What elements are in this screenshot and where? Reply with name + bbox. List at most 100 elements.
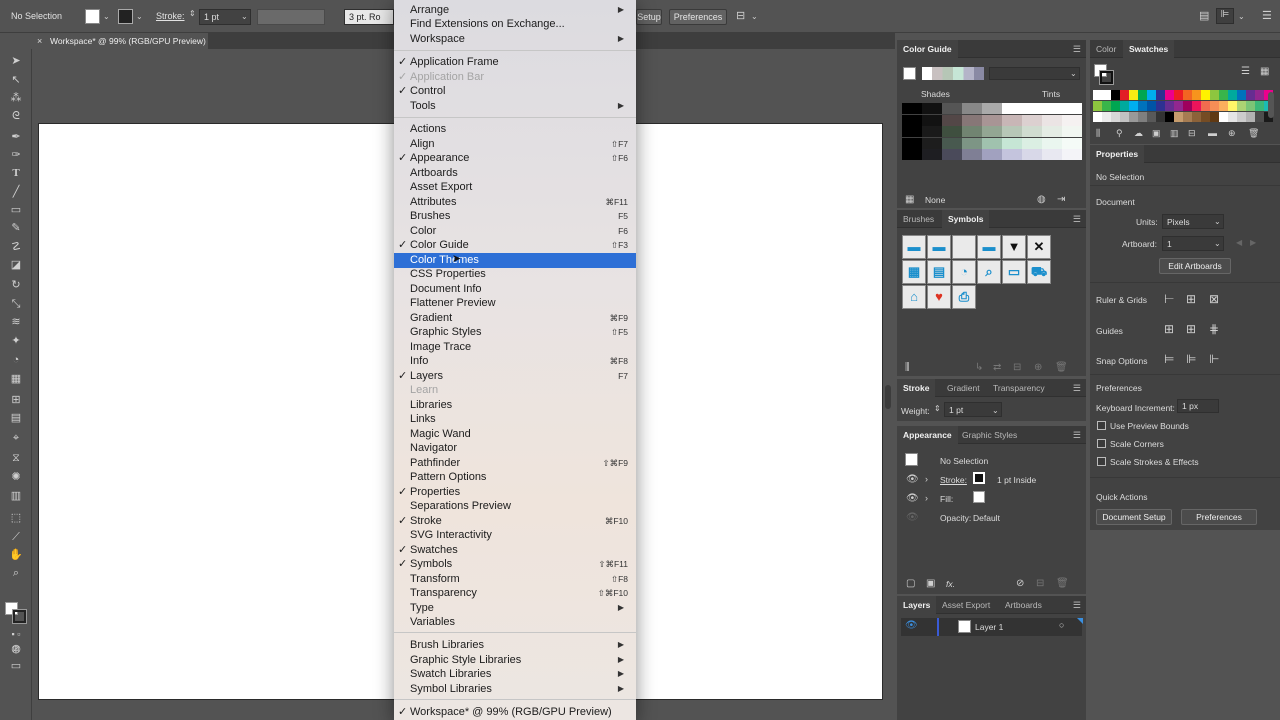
appearance-stroke-swatch[interactable] [973, 472, 985, 484]
stroke-label[interactable]: Stroke: [156, 11, 185, 21]
break-link-icon[interactable]: ⇄ [993, 362, 1001, 373]
color-guide-cell[interactable] [942, 103, 962, 114]
stroke-expand-icon[interactable]: › [925, 474, 928, 484]
panel-menu-icon[interactable]: ☰ [1073, 44, 1081, 55]
document-tab[interactable]: × Workspace* @ 99% (RGB/GPU Preview) [33, 33, 208, 49]
layer-row[interactable]: 👁 Layer 1 ○ [901, 618, 1083, 636]
list-view-icon[interactable]: ☰ [1241, 66, 1250, 77]
tab-brushes[interactable]: Brushes [897, 210, 940, 228]
preferences-button[interactable]: Preferences [669, 9, 727, 25]
swatch[interactable] [1093, 112, 1102, 122]
swatch[interactable] [1174, 90, 1183, 100]
hand-tool-icon[interactable]: ✋ [8, 548, 24, 562]
swatch[interactable] [1201, 112, 1210, 122]
color-guide-cell[interactable] [1022, 126, 1042, 137]
swatch[interactable] [1219, 112, 1228, 122]
fill-visibility-eye-icon[interactable]: 👁 [906, 493, 919, 504]
eraser-tool-icon[interactable]: ◪ [8, 258, 24, 272]
color-guide-cell[interactable] [902, 149, 922, 160]
swatch-options-icon[interactable]: ⊟ [1188, 128, 1196, 139]
swatch[interactable] [1138, 101, 1147, 111]
swatch[interactable] [1192, 101, 1201, 111]
tab-asset-export[interactable]: Asset Export [936, 596, 996, 614]
opacity-visibility-eye-icon[interactable]: 👁 [906, 512, 919, 523]
menu-item-find-extensions-on-exchange[interactable]: Find Extensions on Exchange... [394, 17, 636, 32]
symbol-print-icon[interactable]: ⎙ [952, 285, 976, 309]
menu-item-image-trace[interactable]: Image Trace [394, 340, 636, 355]
color-guide-cell[interactable] [902, 103, 922, 114]
scale-strokes-checkbox[interactable] [1097, 457, 1106, 466]
swatch[interactable] [1210, 101, 1219, 111]
menu-item-links[interactable]: Links [394, 412, 636, 427]
layer-visibility-eye-icon[interactable]: 👁 [905, 620, 918, 631]
symbol-bar-1[interactable]: ▬ [902, 235, 926, 259]
tab-swatches[interactable]: Swatches [1123, 40, 1175, 58]
swatch-kinds-icon[interactable]: ⚲ [1116, 128, 1123, 139]
color-guide-cell[interactable] [962, 149, 982, 160]
menu-item-control[interactable]: ✓ Control [394, 84, 636, 99]
swatch[interactable] [1093, 101, 1102, 111]
color-guide-cell[interactable] [942, 149, 962, 160]
swatch[interactable] [1174, 112, 1183, 122]
previous-artboard-icon[interactable]: ◀ [1236, 238, 1242, 247]
menu-item-workspace-99-rgb-gpu-preview[interactable]: ✓ Workspace* @ 99% (RGB/GPU Preview) [394, 705, 636, 720]
menu-item-magic-wand[interactable]: Magic Wand [394, 427, 636, 442]
swatch[interactable] [1255, 101, 1264, 111]
menu-item-type[interactable]: Type ▶ [394, 601, 636, 616]
menu-item-appearance[interactable]: ✓ Appearance ⇧F6 [394, 151, 636, 166]
swatch[interactable] [1210, 112, 1219, 122]
menu-item-properties[interactable]: ✓ Properties [394, 485, 636, 500]
eyedropper-tool-icon[interactable]: ⌖ [8, 431, 24, 445]
menu-item-actions[interactable]: Actions [394, 122, 636, 137]
color-group-icon[interactable]: ◍ [1037, 194, 1046, 205]
swatch[interactable] [1111, 90, 1120, 100]
swatch[interactable] [1129, 112, 1138, 122]
color-guide-cell[interactable] [942, 137, 962, 149]
swatches-scrollbar[interactable] [1268, 92, 1274, 118]
menu-item-brush-libraries[interactable]: Brush Libraries ▶ [394, 638, 636, 653]
symbol-libraries-icon[interactable]: ⫼ [905, 362, 910, 373]
symbol-bar-4[interactable]: ▬ [977, 235, 1001, 259]
menu-item-pathfinder[interactable]: Pathfinder ⇧⌘F9 [394, 456, 636, 471]
new-symbol-icon[interactable]: ⊕ [1034, 362, 1042, 373]
color-guide-cell[interactable] [922, 137, 942, 149]
symbol-sprayer-tool-icon[interactable]: ✺ [8, 470, 24, 484]
draw-mode-icon[interactable]: ◍ [8, 642, 24, 656]
color-guide-cell[interactable] [1022, 114, 1042, 126]
tab-graphic-styles[interactable]: Graphic Styles [956, 426, 1023, 444]
panel-menu-icon[interactable]: ☰ [1073, 214, 1081, 225]
menu-item-symbol-libraries[interactable]: Symbol Libraries ▶ [394, 682, 636, 697]
shaper-tool-icon[interactable]: ☡ [8, 240, 24, 254]
tab-gradient[interactable]: Gradient [941, 379, 986, 397]
color-mode-icon[interactable]: ▪ ▫ ⧄ [8, 627, 24, 653]
control-options-icon[interactable]: ▤ [1199, 9, 1209, 22]
color-guide-cell[interactable] [962, 137, 982, 149]
menu-item-transform[interactable]: Transform ⇧F8 [394, 572, 636, 587]
swatch[interactable] [1183, 90, 1192, 100]
transparency-grid-icon[interactable]: ⊠ [1209, 292, 1219, 306]
scale-corners-checkbox[interactable] [1097, 439, 1106, 448]
stroke-stepper-icon[interactable]: ⇕ [189, 9, 196, 18]
mesh-tool-icon[interactable]: ⊞ [8, 393, 24, 407]
delete-swatch-icon[interactable]: 🗑 [1248, 128, 1259, 139]
menu-item-flattener-preview[interactable]: Flattener Preview [394, 296, 636, 311]
lock-guides-icon[interactable]: ⊞ [1186, 322, 1196, 336]
menu-item-graphic-style-libraries[interactable]: Graphic Style Libraries ▶ [394, 653, 636, 668]
menu-item-pattern-options[interactable]: Pattern Options [394, 470, 636, 485]
canvas-scrollbar[interactable] [885, 385, 891, 409]
menu-item-color[interactable]: Color F6 [394, 224, 636, 239]
swatch[interactable] [1192, 112, 1201, 122]
panel-menu-icon[interactable]: ☰ [1073, 600, 1081, 611]
swatch[interactable] [1165, 90, 1174, 100]
fill-expand-icon[interactable]: › [925, 493, 928, 503]
selection-tool-icon[interactable]: ➤ [8, 54, 24, 68]
color-guide-cell[interactable] [1042, 149, 1062, 160]
swatch[interactable] [1246, 90, 1255, 100]
add-to-library-icon[interactable]: ▣ [1152, 128, 1161, 139]
direct-selection-tool-icon[interactable]: ↖ [8, 73, 24, 87]
close-tab-icon[interactable]: × [37, 33, 42, 49]
lasso-tool-icon[interactable]: ᘓ [8, 109, 24, 123]
symbol-film-icon[interactable]: ▤ [927, 260, 951, 284]
snap-to-point-icon[interactable]: ⊨ [1164, 352, 1174, 366]
rotate-tool-icon[interactable]: ↻ [8, 278, 24, 292]
